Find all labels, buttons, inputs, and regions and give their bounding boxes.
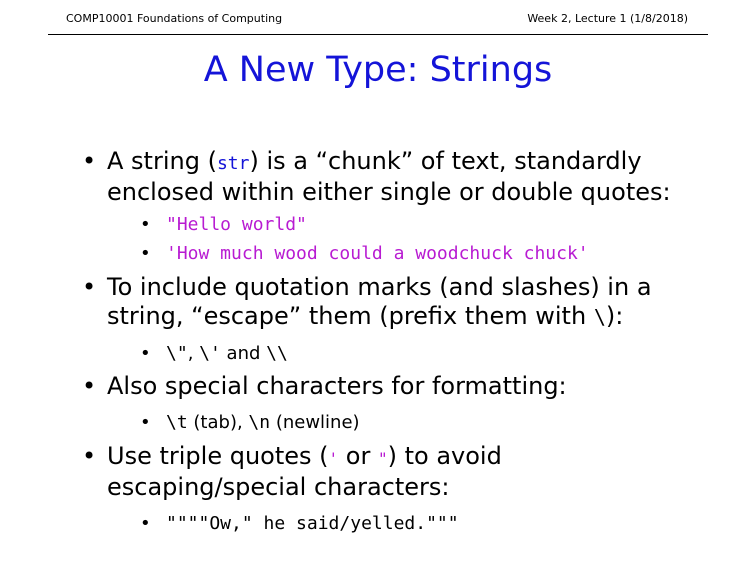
item-line-2: escaping/special characters: xyxy=(107,473,450,501)
item-line-1: To include quotation marks (and slashes)… xyxy=(107,273,652,301)
bullet-icon: • xyxy=(82,372,97,400)
sub-bullet-icon: • xyxy=(140,343,151,364)
item-line-1: Use triple quotes (' or ") to avoid xyxy=(107,442,502,470)
sub-bullet-icon: • xyxy=(140,243,151,264)
sub-bullet-icon: • xyxy=(140,513,151,534)
item-line-1: A string (str) is a “chunk” of text, sta… xyxy=(107,147,642,175)
item-line-2: string, “escape” them (prefix them with … xyxy=(107,302,624,330)
item-line-1: Also special characters for formatting: xyxy=(107,372,567,400)
code-double-quote: " xyxy=(377,449,388,468)
item-text: Also special characters for formatting: xyxy=(107,372,697,401)
code-backslash: \ xyxy=(593,305,606,329)
bullet-icon: • xyxy=(82,147,97,175)
sub-bullet-icon: • xyxy=(140,412,151,433)
item-text: Use triple quotes (' or ") to avoid esca… xyxy=(107,442,697,502)
code-example: 'How much wood could a woodchuck chuck' xyxy=(166,243,589,264)
item-line-2: enclosed within either single or double … xyxy=(107,178,671,206)
code-str: str xyxy=(216,153,250,174)
code-example: """"Ow," he said/yelled.""" xyxy=(166,513,459,534)
item-text: A string (str) is a “chunk” of text, sta… xyxy=(107,147,697,207)
item-text: To include quotation marks (and slashes)… xyxy=(107,273,697,332)
bullet-icon: • xyxy=(82,273,97,301)
code-example: "Hello world" xyxy=(166,214,307,235)
slide-title: A New Type: Strings xyxy=(203,50,553,90)
slide-header: COMP10001 Foundations of Computing Week … xyxy=(48,0,708,35)
escape-examples: \", \' and \\ xyxy=(166,343,288,364)
course-name: COMP10001 Foundations of Computing xyxy=(66,12,283,25)
lecture-date: Week 2, Lecture 1 (1/8/2018) xyxy=(527,12,688,25)
code-single-quote: ' xyxy=(328,449,339,468)
special-examples: \t (tab), \n (newline) xyxy=(166,412,360,433)
sub-bullet-icon: • xyxy=(140,214,151,235)
bullet-icon: • xyxy=(82,442,97,470)
